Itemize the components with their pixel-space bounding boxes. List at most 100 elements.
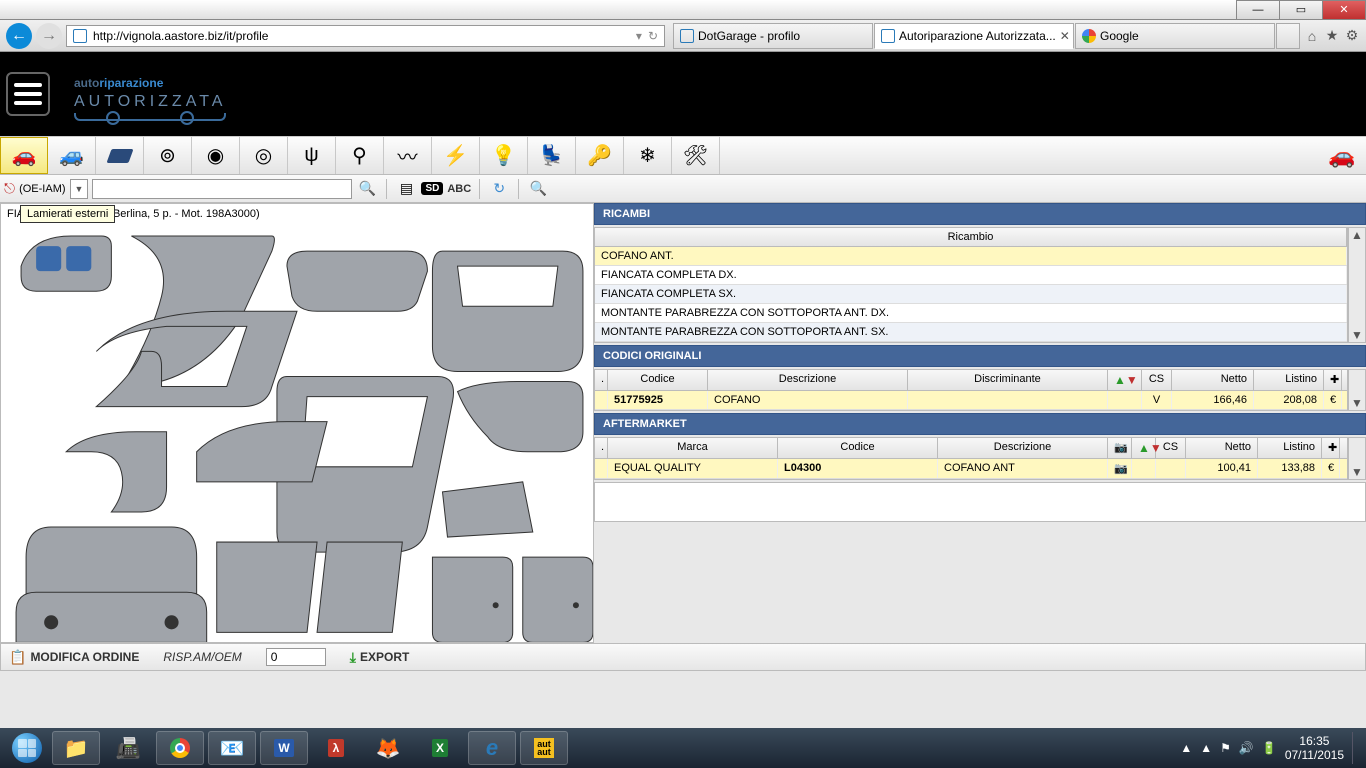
tab-dotgarage[interactable]: DotGarage - profilo (673, 23, 873, 49)
window-minimize-button[interactable]: — (1236, 0, 1280, 20)
scroll-down-icon[interactable]: ▼ (1351, 465, 1363, 479)
tray-flag-icon[interactable]: ⚑ (1220, 741, 1231, 755)
col-cs[interactable]: CS (1142, 370, 1172, 390)
address-url: http://vignola.aastore.biz/it/profile (93, 29, 268, 43)
address-bar[interactable]: http://vignola.aastore.biz/it/profile ▾ … (66, 25, 665, 47)
col-add[interactable]: ✚ (1322, 438, 1340, 458)
category-key-button[interactable]: 🔑 (576, 137, 624, 174)
ricambi-row[interactable]: FIANCATA COMPLETA SX. (595, 285, 1347, 304)
col-codice[interactable]: Codice (778, 438, 938, 458)
ricambi-row[interactable]: COFANO ANT. (595, 247, 1347, 266)
abc-toggle[interactable]: ABC (447, 183, 471, 195)
favorites-icon[interactable]: ★ (1324, 28, 1340, 44)
tray-battery-icon[interactable]: 🔋 (1262, 741, 1277, 755)
back-button[interactable]: ← (6, 23, 32, 49)
col-camera-icon[interactable]: 📷 (1108, 438, 1132, 458)
refresh-data-icon[interactable]: ↻ (488, 178, 510, 200)
category-spark-button[interactable]: ⚡ (432, 137, 480, 174)
export-button[interactable]: ⤓EXPORT (350, 649, 410, 666)
forward-button[interactable]: → (36, 23, 62, 49)
category-exhaust-button[interactable]: 〰 (384, 137, 432, 174)
risp-input[interactable] (266, 648, 326, 666)
col-dot[interactable]: . (595, 370, 608, 390)
category-brakes-button[interactable]: ⊚ (144, 137, 192, 174)
taskbar-word[interactable]: W (260, 731, 308, 765)
ricambi-scrollbar[interactable]: ▲▼ (1348, 227, 1366, 343)
tab-autoriparazione[interactable]: Autoriparazione Autorizzata... ✕ (874, 23, 1074, 49)
aftermarket-row[interactable]: EQUAL QUALITY L04300 COFANO ANT 📷 100,41… (595, 459, 1347, 479)
scroll-up-icon[interactable]: ▲ (1351, 228, 1363, 242)
search2-icon[interactable]: 🔍 (527, 178, 549, 200)
category-suspension-button[interactable]: ψ (288, 137, 336, 174)
search-icon[interactable]: 🔍 (356, 178, 378, 200)
codici-scrollbar[interactable]: ▼ (1348, 369, 1366, 411)
col-sort[interactable]: ▲▼ (1108, 370, 1142, 390)
category-body-button[interactable]: 🚙 (48, 137, 96, 174)
col-listino[interactable]: Listino (1254, 370, 1324, 390)
category-wheels-button[interactable]: ◉ (192, 137, 240, 174)
taskbar-chrome[interactable] (156, 731, 204, 765)
vehicle-indicator-icon[interactable]: 🚗 (1318, 137, 1366, 174)
taskbar-outlook[interactable]: 📧 (208, 731, 256, 765)
col-add[interactable]: ✚ (1324, 370, 1342, 390)
category-select[interactable]: ▼ (70, 179, 89, 199)
col-netto[interactable]: Netto (1186, 438, 1258, 458)
taskbar-firefox[interactable]: 🦊 (364, 731, 412, 765)
ricambi-col-header[interactable]: Ricambio (595, 228, 1347, 246)
show-desktop-button[interactable] (1352, 732, 1360, 764)
home-icon[interactable]: ⌂ (1304, 28, 1320, 44)
window-maximize-button[interactable]: ▭ (1279, 0, 1323, 20)
clipboard-icon: 📋 (9, 649, 26, 666)
codici-row[interactable]: 51775925 COFANO V 166,46 208,08 € (595, 391, 1347, 410)
category-glass-button[interactable] (96, 137, 144, 174)
dropdown-icon[interactable]: ▾ (636, 29, 642, 43)
tools-icon[interactable]: ⚙ (1344, 28, 1360, 44)
aftermarket-scrollbar[interactable]: ▼ (1348, 437, 1366, 480)
category-seat-button[interactable]: 💺 (528, 137, 576, 174)
modifica-ordine-button[interactable]: 📋MODIFICA ORDINE (9, 649, 139, 666)
taskbar-scanner[interactable]: 📠 (104, 731, 152, 765)
taskbar-excel[interactable]: X (416, 731, 464, 765)
category-body-exterior-button[interactable]: 🚗 (0, 137, 48, 174)
tab-close-icon[interactable]: ✕ (1060, 29, 1070, 43)
tray-volume-icon[interactable]: 🔊 (1239, 741, 1254, 755)
category-steering-button[interactable]: ◎ (240, 137, 288, 174)
category-transmission-button[interactable]: ⚲ (336, 137, 384, 174)
col-sort[interactable]: ▲▼ (1132, 438, 1156, 458)
ricambi-row[interactable]: FIANCATA COMPLETA DX. (595, 266, 1347, 285)
scroll-down-icon[interactable]: ▼ (1351, 396, 1363, 410)
category-lights-button[interactable]: 💡 (480, 137, 528, 174)
taskbar-app[interactable]: autaut (520, 731, 568, 765)
col-netto[interactable]: Netto (1172, 370, 1254, 390)
refresh-icon[interactable]: ↻ (648, 29, 658, 43)
taskbar-explorer[interactable]: 📁 (52, 731, 100, 765)
col-dot[interactable]: . (595, 438, 608, 458)
sd-toggle[interactable]: SD (421, 182, 443, 195)
col-descrizione[interactable]: Descrizione (938, 438, 1108, 458)
taskbar-ie[interactable]: e (468, 731, 516, 765)
list-view-icon[interactable]: ▤ (395, 178, 417, 200)
col-codice[interactable]: Codice (608, 370, 708, 390)
start-button[interactable] (6, 731, 48, 765)
tray-show-hidden-icon[interactable]: ▲ (1180, 741, 1192, 755)
category-tools-button[interactable]: 🛠 (672, 137, 720, 174)
search-input[interactable] (92, 179, 352, 199)
tray-drive-icon[interactable]: ▲ (1200, 741, 1212, 755)
col-cs[interactable]: CS (1156, 438, 1186, 458)
col-discriminante[interactable]: Discriminante (908, 370, 1108, 390)
camera-icon[interactable]: 📷 (1108, 459, 1132, 478)
scroll-down-icon[interactable]: ▼ (1351, 328, 1363, 342)
new-tab-button[interactable] (1276, 23, 1300, 49)
taskbar-pdf[interactable]: λ (312, 731, 360, 765)
ricambi-row[interactable]: MONTANTE PARABREZZA CON SOTTOPORTA ANT. … (595, 304, 1347, 323)
exploded-diagram[interactable] (1, 226, 593, 643)
tab-google[interactable]: Google (1075, 23, 1275, 49)
ricambi-row[interactable]: MONTANTE PARABREZZA CON SOTTOPORTA ANT. … (595, 323, 1347, 342)
col-descrizione[interactable]: Descrizione (708, 370, 908, 390)
col-marca[interactable]: Marca (608, 438, 778, 458)
category-climate-button[interactable]: ❄ (624, 137, 672, 174)
tray-clock[interactable]: 16:35 07/11/2015 (1285, 734, 1344, 762)
window-close-button[interactable]: ✕ (1322, 0, 1366, 20)
menu-button[interactable] (6, 72, 50, 116)
col-listino[interactable]: Listino (1258, 438, 1322, 458)
